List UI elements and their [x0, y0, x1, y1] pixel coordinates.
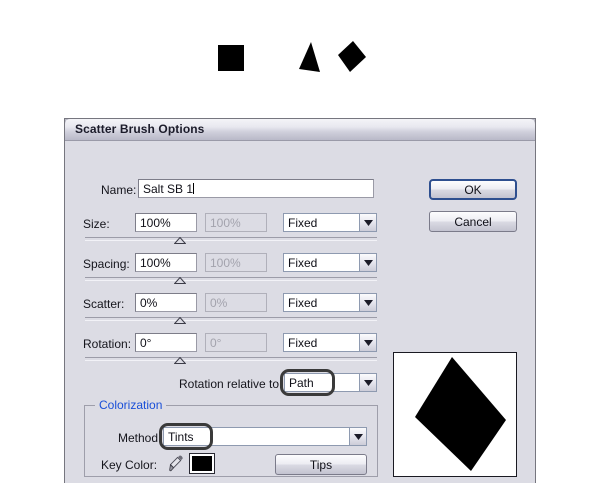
dialog-body: Name: Salt SB 1 Size: 100% 100% Fixed Sp…	[65, 141, 535, 483]
scatter-slider-thumb[interactable]	[174, 317, 186, 324]
method-value: Tints	[163, 427, 349, 446]
eyedropper-icon[interactable]	[167, 454, 184, 472]
size-value-input[interactable]: 100%	[135, 213, 197, 232]
colorization-legend: Colorization	[95, 398, 167, 412]
spacing-value-input[interactable]: 100%	[135, 253, 197, 272]
triangle-shape	[299, 42, 320, 72]
chevron-down-icon[interactable]	[359, 253, 377, 272]
cancel-button[interactable]: Cancel	[429, 211, 517, 232]
spacing-variation-input: 100%	[205, 253, 267, 272]
brush-preview-pane	[393, 352, 517, 477]
rotation-slider-thumb[interactable]	[174, 357, 186, 364]
name-label: Name:	[101, 183, 137, 197]
rotation-mode-combo[interactable]: Fixed	[283, 333, 377, 352]
chevron-down-icon[interactable]	[359, 213, 377, 232]
chevron-down-icon[interactable]	[359, 373, 377, 392]
size-variation-input: 100%	[205, 213, 267, 232]
method-label: Method:	[118, 431, 162, 445]
size-slider-thumb[interactable]	[174, 237, 186, 244]
key-color-label: Key Color:	[101, 458, 158, 472]
text-caret	[193, 183, 195, 194]
name-input[interactable]: Salt SB 1	[138, 179, 374, 198]
scatter-brush-options-dialog: Scatter Brush Options Name: Salt SB 1 Si…	[64, 118, 536, 483]
rotation-label: Rotation:	[83, 337, 132, 351]
scatter-mode-value: Fixed	[283, 293, 359, 312]
scatter-variation-input: 0%	[205, 293, 267, 312]
size-slider-track[interactable]	[85, 237, 377, 241]
dialog-title: Scatter Brush Options	[75, 122, 205, 136]
dialog-titlebar[interactable]: Scatter Brush Options	[65, 119, 535, 141]
spacing-label: Spacing:	[83, 257, 130, 271]
spacing-slider-thumb[interactable]	[174, 277, 186, 284]
spacing-mode-combo[interactable]: Fixed	[283, 253, 377, 272]
scatter-mode-combo[interactable]: Fixed	[283, 293, 377, 312]
scatter-label: Scatter:	[83, 297, 125, 311]
artwork-canvas	[0, 0, 600, 110]
rotation-value-input[interactable]: 0°	[135, 333, 197, 352]
size-mode-value: Fixed	[283, 213, 359, 232]
chevron-down-icon[interactable]	[359, 333, 377, 352]
spacing-slider-track[interactable]	[85, 277, 377, 281]
size-mode-combo[interactable]: Fixed	[283, 213, 377, 232]
size-label: Size:	[83, 217, 110, 231]
rotation-mode-value: Fixed	[283, 333, 359, 352]
tips-button[interactable]: Tips	[275, 454, 367, 475]
rotation-relative-value: Path	[284, 373, 359, 392]
chevron-down-icon[interactable]	[349, 427, 367, 446]
diamond-shape	[338, 41, 366, 72]
ok-button[interactable]: OK	[429, 179, 517, 200]
name-input-value: Salt SB 1	[143, 182, 194, 196]
key-color-swatch[interactable]	[189, 453, 215, 474]
square-shape	[218, 45, 244, 71]
chevron-down-icon[interactable]	[359, 293, 377, 312]
scatter-value-input[interactable]: 0%	[135, 293, 197, 312]
scatter-slider-track[interactable]	[85, 317, 377, 321]
rotation-relative-combo[interactable]: Path	[284, 373, 377, 392]
rotation-relative-label: Rotation relative to:	[179, 377, 283, 391]
preview-diamond-shape	[415, 357, 506, 471]
rotation-variation-input: 0°	[205, 333, 267, 352]
method-combo[interactable]: Tints	[163, 427, 367, 446]
spacing-mode-value: Fixed	[283, 253, 359, 272]
rotation-slider-track[interactable]	[85, 357, 377, 361]
